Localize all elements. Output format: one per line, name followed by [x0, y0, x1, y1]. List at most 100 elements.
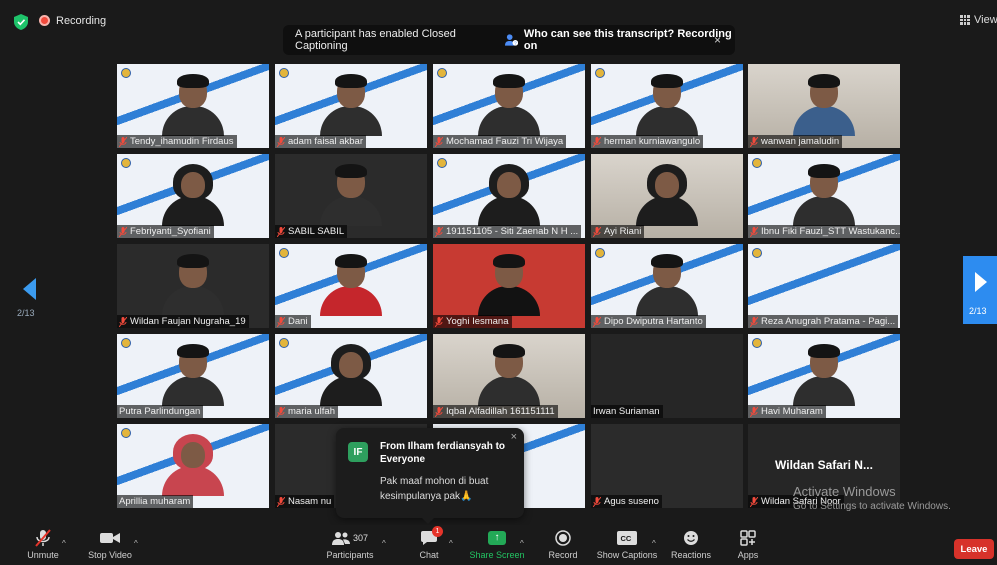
recording-dot-icon [39, 15, 50, 26]
participant-namebar: 191151105 - Siti Zaenab N H ... [433, 225, 582, 238]
participant-video [316, 164, 386, 226]
transcript-visibility-link[interactable]: Who can see this transcript? Recording o… [524, 28, 735, 52]
caret-up-icon[interactable]: ^ [62, 539, 66, 548]
participant-video [158, 164, 228, 226]
participant-video [789, 74, 859, 136]
next-page-button[interactable]: 2/13 [963, 256, 997, 324]
participant-name: Putra Parlindungan [119, 406, 201, 417]
participant-namebar: Tendy_ihamudin Firdaus [117, 135, 237, 148]
participant-name: Dipo Dwiputra Hartanto [604, 316, 703, 327]
view-button[interactable]: View [960, 14, 997, 26]
page-indicator-left: 2/13 [17, 308, 35, 318]
participant-namebar: Irwan Suriaman [591, 405, 663, 418]
caret-up-icon[interactable]: ^ [520, 539, 524, 548]
apps-icon [740, 530, 756, 546]
video-tile[interactable]: Havi Muharam [748, 334, 900, 418]
video-tile[interactable]: wanwan jamaludin [748, 64, 900, 148]
video-tile[interactable]: Aprillia muharam [117, 424, 269, 508]
participant-name: 191151105 - Siti Zaenab N H ... [446, 226, 579, 237]
participant-name: herman kurniawangulo [604, 136, 701, 147]
video-tile[interactable]: 191151105 - Siti Zaenab N H ... [433, 154, 585, 238]
video-tile[interactable]: Putra Parlindungan [117, 334, 269, 418]
video-tile[interactable]: SABIL SABIL [275, 154, 427, 238]
participant-namebar: Febriyanti_Syofiani [117, 225, 214, 238]
muted-mic-icon [277, 226, 285, 237]
unmute-button[interactable]: Unmute [22, 529, 64, 563]
video-tile[interactable]: Mochamad Fauzi Tri Wijaya [433, 64, 585, 148]
caret-up-icon[interactable]: ^ [449, 539, 453, 548]
participants-button[interactable]: 307 Participants [324, 529, 376, 563]
page-indicator-right: 2/13 [969, 306, 987, 316]
participant-namebar: herman kurniawangulo [591, 135, 704, 148]
participant-namebar: SABIL SABIL [275, 225, 348, 238]
participant-video [632, 164, 702, 226]
video-tile[interactable]: Dipo Dwiputra Hartanto [591, 244, 743, 328]
caret-up-icon[interactable]: ^ [134, 539, 138, 548]
participant-name: wanwan jamaludin [761, 136, 840, 147]
muted-mic-icon [277, 136, 285, 147]
previous-page-button[interactable]: 2/13 [17, 278, 47, 318]
video-tile[interactable]: Tendy_ihamudin Firdaus [117, 64, 269, 148]
watermark-subtitle: Go to Settings to activate Windows. [793, 501, 951, 512]
video-tile[interactable]: Ayi Riani [591, 154, 743, 238]
video-tile[interactable]: Febriyanti_Syofiani [117, 154, 269, 238]
video-tile[interactable]: Wildan Faujan Nugraha_19 [117, 244, 269, 328]
leave-button[interactable]: Leave [954, 539, 994, 559]
participant-video [158, 434, 228, 496]
grid-icon [960, 15, 970, 25]
participant-namebar: Ibnu Fiki Fauzi_STT Wastukanc... [748, 225, 900, 238]
shield-icon[interactable] [14, 14, 28, 30]
participants-label: Participants [326, 550, 374, 560]
record-button[interactable]: Record [546, 529, 580, 563]
participant-name: Ayi Riani [604, 226, 642, 237]
reactions-label: Reactions [670, 550, 712, 560]
participant-name: Havi Muharam [761, 406, 823, 417]
record-icon [555, 530, 571, 546]
chat-button[interactable]: 1 Chat [414, 526, 444, 563]
video-tile[interactable]: Irwan Suriaman [591, 334, 743, 418]
participant-namebar: Nasam nu [275, 495, 335, 508]
chevron-left-icon [23, 278, 36, 300]
show-captions-label: Show Captions [596, 550, 658, 560]
stop-video-button[interactable]: Stop Video [86, 529, 134, 563]
muted-mic-icon [435, 406, 443, 417]
muted-mic-icon [435, 316, 443, 327]
chat-notification[interactable]: IF From Ilham ferdiansyah to Everyone Pa… [336, 428, 524, 524]
participant-name: Ibnu Fiki Fauzi_STT Wastukanc... [761, 226, 900, 237]
close-banner-icon[interactable]: × [714, 33, 721, 47]
share-screen-button[interactable]: ↑ Share Screen [469, 529, 525, 563]
participant-name: maria ulfah [288, 406, 335, 417]
video-tile[interactable]: Dani [275, 244, 427, 328]
participant-namebar: Havi Muharam [748, 405, 826, 418]
muted-mic-icon [435, 136, 443, 147]
reactions-button[interactable]: Reactions [669, 529, 713, 563]
share-screen-label: Share Screen [469, 550, 525, 560]
close-chat-popup-icon[interactable]: × [511, 431, 517, 443]
view-label: View [974, 14, 997, 26]
video-tile[interactable]: Iqbal Alfadillah 161151111 [433, 334, 585, 418]
video-camera-icon [100, 533, 120, 543]
avatar: IF [348, 442, 368, 462]
caret-up-icon[interactable]: ^ [652, 539, 656, 548]
muted-mic-icon [750, 406, 758, 417]
video-tile[interactable]: Agus suseno [591, 424, 743, 508]
video-tile[interactable]: adam faisal akbar [275, 64, 427, 148]
participant-video [158, 344, 228, 406]
show-captions-button[interactable]: CC Show Captions [596, 529, 658, 563]
participant-video [158, 254, 228, 316]
video-tile[interactable]: Reza Anugrah Pratama - Pagi... [748, 244, 900, 328]
video-tile[interactable]: maria ulfah [275, 334, 427, 418]
participant-namebar: Putra Parlindungan [117, 405, 204, 418]
video-tile[interactable]: Yoghi Iesmana [433, 244, 585, 328]
participant-name: Tendy_ihamudin Firdaus [130, 136, 234, 147]
participant-name: Irwan Suriaman [593, 406, 660, 417]
stop-video-label: Stop Video [88, 550, 132, 560]
participant-namebar: Wildan Faujan Nugraha_19 [117, 315, 249, 328]
video-tile[interactable]: Ibnu Fiki Fauzi_STT Wastukanc... [748, 154, 900, 238]
video-tile[interactable]: herman kurniawangulo [591, 64, 743, 148]
chat-label: Chat [419, 550, 439, 560]
user-question-icon: ? [504, 34, 518, 46]
apps-button[interactable]: Apps [735, 529, 761, 563]
muted-mic-icon [593, 316, 601, 327]
caret-up-icon[interactable]: ^ [382, 539, 386, 548]
